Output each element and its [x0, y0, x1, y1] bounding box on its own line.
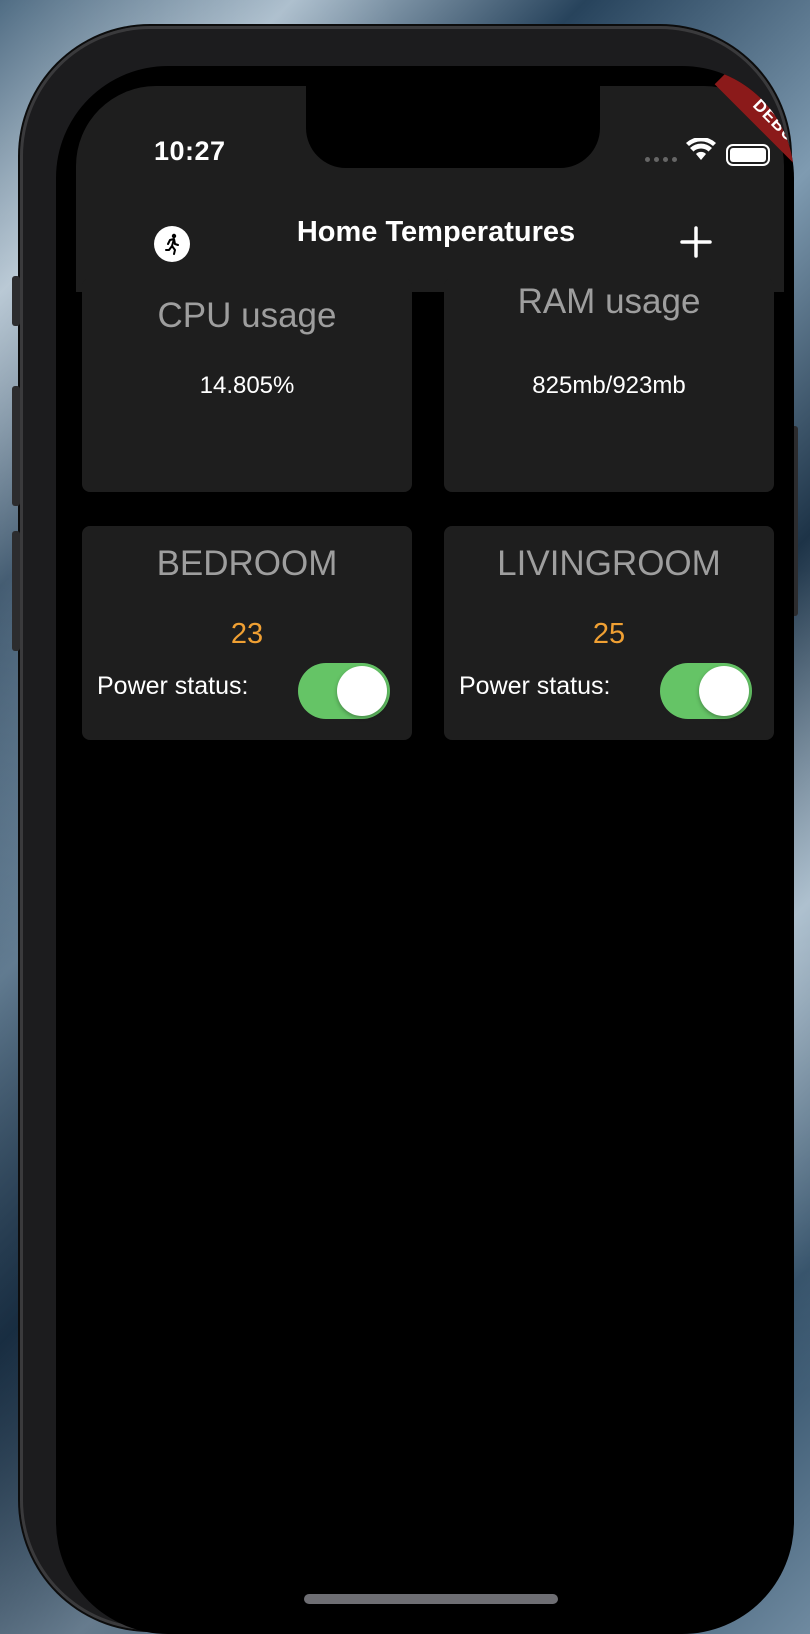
- room-temperature: 23: [230, 618, 264, 650]
- wifi-icon: [686, 137, 716, 167]
- mute-switch: [12, 276, 20, 326]
- home-indicator[interactable]: [304, 1594, 558, 1604]
- ram-usage-value: 825mb/923mb: [532, 372, 686, 399]
- battery-icon: [726, 144, 770, 166]
- toggle-knob: [699, 666, 749, 716]
- status-time: 10:27: [154, 136, 226, 166]
- running-person-icon[interactable]: [154, 226, 190, 262]
- power-status-label: Power status:: [97, 672, 249, 700]
- room-title: BEDROOM: [156, 544, 338, 583]
- card-title: CPU usage: [157, 296, 337, 335]
- app-bar: 10:27 DEBUG Home Temperatures: [76, 66, 794, 292]
- cellular-signal-icon: [645, 157, 677, 162]
- ram-usage-card: RAM usage 825mb/923mb: [444, 278, 774, 492]
- room-title: LIVINGROOM: [497, 544, 721, 583]
- cpu-usage-card: CPU usage 14.805%: [82, 278, 412, 492]
- room-card-bedroom[interactable]: BEDROOM 23 Power status:: [82, 526, 412, 740]
- power-toggle[interactable]: [660, 663, 752, 719]
- volume-down-button: [12, 531, 20, 651]
- notch: [306, 86, 600, 168]
- card-title: RAM usage: [517, 282, 701, 321]
- cpu-usage-value: 14.805%: [199, 372, 295, 399]
- power-toggle[interactable]: [298, 663, 390, 719]
- phone-screen: 10:27 DEBUG Home Temperatures CPU usage …: [56, 66, 794, 1634]
- toggle-knob: [337, 666, 387, 716]
- plus-icon[interactable]: [676, 222, 716, 262]
- page-title: Home Temperatures: [296, 216, 576, 248]
- volume-up-button: [12, 386, 20, 506]
- power-status-label: Power status:: [459, 672, 611, 700]
- device-frame: 10:27 DEBUG Home Temperatures CPU usage …: [12, 26, 798, 1634]
- room-temperature: 25: [592, 618, 626, 650]
- room-card-livingroom[interactable]: LIVINGROOM 25 Power status:: [444, 526, 774, 740]
